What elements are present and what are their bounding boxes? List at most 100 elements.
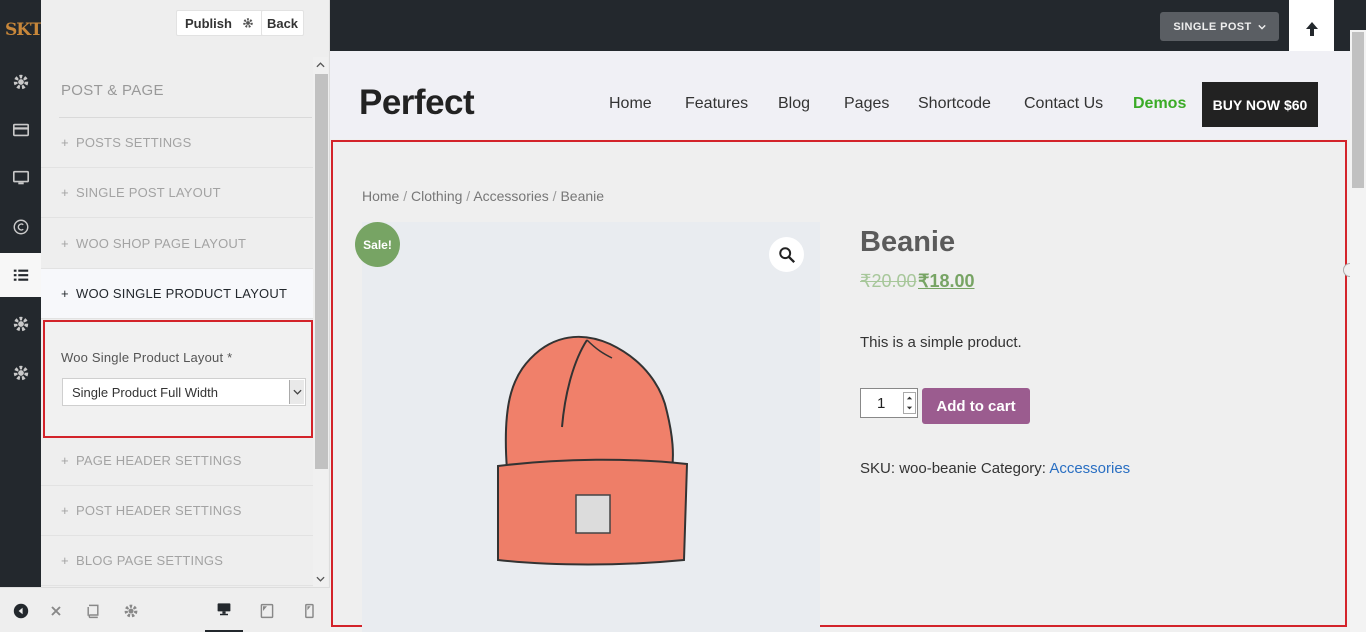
site-header: Perfect Home Features Blog Pages Shortco… [330, 51, 1350, 139]
breadcrumb-separator: / [466, 188, 471, 204]
plus-icon: + [61, 553, 69, 568]
section-label: SINGLE POST LAYOUT [76, 185, 221, 200]
panel-topbar: Publish Back [41, 0, 329, 48]
breadcrumb-current: Beanie [560, 188, 605, 204]
book-icon[interactable] [74, 588, 112, 632]
preview-scrollbar-thumb[interactable] [1352, 32, 1364, 188]
category-label: Category: [980, 460, 1046, 477]
product-title: Beanie [860, 226, 956, 258]
site-preview: SINGLE POST Perfect Home Features Blog P… [330, 0, 1366, 632]
preview-topbar: SINGLE POST [330, 0, 1366, 51]
breadcrumb-clothing[interactable]: Clothing [411, 188, 462, 204]
monitor-icon[interactable] [0, 156, 41, 200]
preview-scrollbar[interactable] [1350, 30, 1366, 632]
close-icon[interactable] [37, 588, 75, 632]
breadcrumb-separator: / [403, 188, 408, 204]
nav-contact-us[interactable]: Contact Us [1024, 95, 1103, 113]
buy-now-button[interactable]: BUY NOW $60 [1202, 82, 1318, 127]
scrollbar-thumb[interactable] [315, 74, 328, 469]
stepper-up-icon[interactable] [906, 396, 913, 400]
icon-rail: SKT [0, 0, 43, 587]
section-woo-single-product-layout[interactable]: + WOO SINGLE PRODUCT LAYOUT [41, 269, 313, 319]
quantity-stepper[interactable] [903, 392, 916, 414]
product-description: This is a simple product. [860, 334, 1022, 351]
quantity-input[interactable]: 1 [860, 388, 918, 418]
sale-price: ₹18.00 [918, 271, 975, 291]
arrow-up-icon[interactable] [1289, 0, 1334, 58]
sku-label: SKU: [860, 460, 896, 477]
single-post-dropdown[interactable]: SINGLE POST [1160, 12, 1279, 41]
back-button[interactable]: Back [261, 10, 304, 36]
customizer-screen: SKT Publish Back POST & PAGE + POSTS SET… [0, 0, 1366, 632]
tablet-preview-icon[interactable] [248, 588, 286, 632]
nav-shortcode[interactable]: Shortcode [918, 95, 991, 113]
nav-blog[interactable]: Blog [778, 95, 810, 113]
site-title[interactable]: Perfect [359, 83, 475, 123]
section-blog-page-settings[interactable]: + BLOG PAGE SETTINGS [41, 536, 313, 586]
gear-icon[interactable] [0, 60, 41, 104]
section-label: WOO SINGLE PRODUCT LAYOUT [76, 286, 288, 301]
mobile-preview-icon[interactable] [290, 588, 328, 632]
panel-title: POST & PAGE [61, 82, 164, 99]
publish-settings-icon[interactable] [234, 17, 262, 29]
customizer-panel: Publish Back POST & PAGE + POSTS SETTING… [41, 0, 330, 587]
stepper-down-icon[interactable] [906, 406, 913, 410]
category-link[interactable]: Accessories [1049, 460, 1130, 477]
product-gallery[interactable] [362, 222, 820, 632]
product-meta: SKU: woo-beanie Category: Accessories [860, 460, 1130, 477]
gear-icon[interactable] [112, 588, 150, 632]
nav-pages[interactable]: Pages [844, 95, 889, 113]
list-icon[interactable] [0, 253, 41, 297]
breadcrumb-home[interactable]: Home [362, 188, 399, 204]
breadcrumb-separator: / [552, 188, 557, 204]
copyright-icon[interactable] [0, 205, 41, 249]
plus-icon: + [61, 503, 69, 518]
plus-icon: + [61, 185, 69, 200]
plus-icon: + [61, 236, 69, 251]
panel-scrollbar[interactable] [313, 57, 328, 587]
customizer-footer [0, 587, 330, 632]
section-post-header-settings[interactable]: + POST HEADER SETTINGS [41, 486, 313, 536]
nav-home[interactable]: Home [609, 95, 652, 113]
section-posts-settings[interactable]: + POSTS SETTINGS [41, 118, 313, 168]
gear-icon[interactable] [0, 302, 41, 346]
publish-label: Publish [185, 15, 232, 31]
woo-single-product-layout-control: Woo Single Product Layout * Single Produ… [43, 320, 313, 438]
scroll-up-arrow-icon[interactable] [313, 57, 328, 73]
brand-logo: SKT [5, 20, 43, 40]
section-label: POST HEADER SETTINGS [76, 503, 242, 518]
section-label: WOO SHOP PAGE LAYOUT [76, 236, 247, 251]
control-label: Woo Single Product Layout * [61, 350, 233, 365]
beanie-image [497, 335, 689, 566]
publish-button[interactable]: Publish [176, 10, 263, 36]
layout-select[interactable]: Single Product Full Width [62, 378, 306, 406]
breadcrumb-accessories[interactable]: Accessories [473, 188, 548, 204]
quantity-value: 1 [877, 394, 886, 412]
section-label: PAGE HEADER SETTINGS [76, 453, 242, 468]
product-content-area: Home / Clothing / Accessories / Beanie S… [331, 140, 1347, 632]
chevron-down-icon [1257, 22, 1266, 32]
desktop-preview-icon[interactable] [205, 588, 243, 632]
section-label: BLOG PAGE SETTINGS [76, 553, 224, 568]
section-single-post-layout[interactable]: + SINGLE POST LAYOUT [41, 168, 313, 218]
nav-demos[interactable]: Demos [1133, 95, 1186, 113]
zoom-search-icon[interactable] [769, 237, 804, 272]
plus-icon: + [61, 286, 69, 301]
section-page-header-settings[interactable]: + PAGE HEADER SETTINGS [41, 436, 313, 486]
single-post-label: SINGLE POST [1173, 20, 1252, 33]
nav-features[interactable]: Features [685, 95, 748, 113]
select-value: Single Product Full Width [72, 384, 218, 400]
card-icon[interactable] [0, 108, 41, 152]
sku-value: woo-beanie [899, 460, 977, 477]
section-woo-shop-page-layout[interactable]: + WOO SHOP PAGE LAYOUT [41, 219, 313, 269]
breadcrumb: Home / Clothing / Accessories / Beanie [362, 188, 604, 204]
scroll-down-arrow-icon[interactable] [313, 571, 328, 587]
sale-badge: Sale! [355, 222, 400, 267]
plus-icon: + [61, 135, 69, 150]
chevron-down-icon[interactable] [289, 380, 304, 404]
plus-icon: + [61, 453, 69, 468]
gear-icon[interactable] [0, 351, 41, 395]
regular-price: ₹20.00 [860, 271, 917, 291]
add-to-cart-button[interactable]: Add to cart [922, 388, 1030, 424]
collapse-icon[interactable] [2, 588, 40, 632]
